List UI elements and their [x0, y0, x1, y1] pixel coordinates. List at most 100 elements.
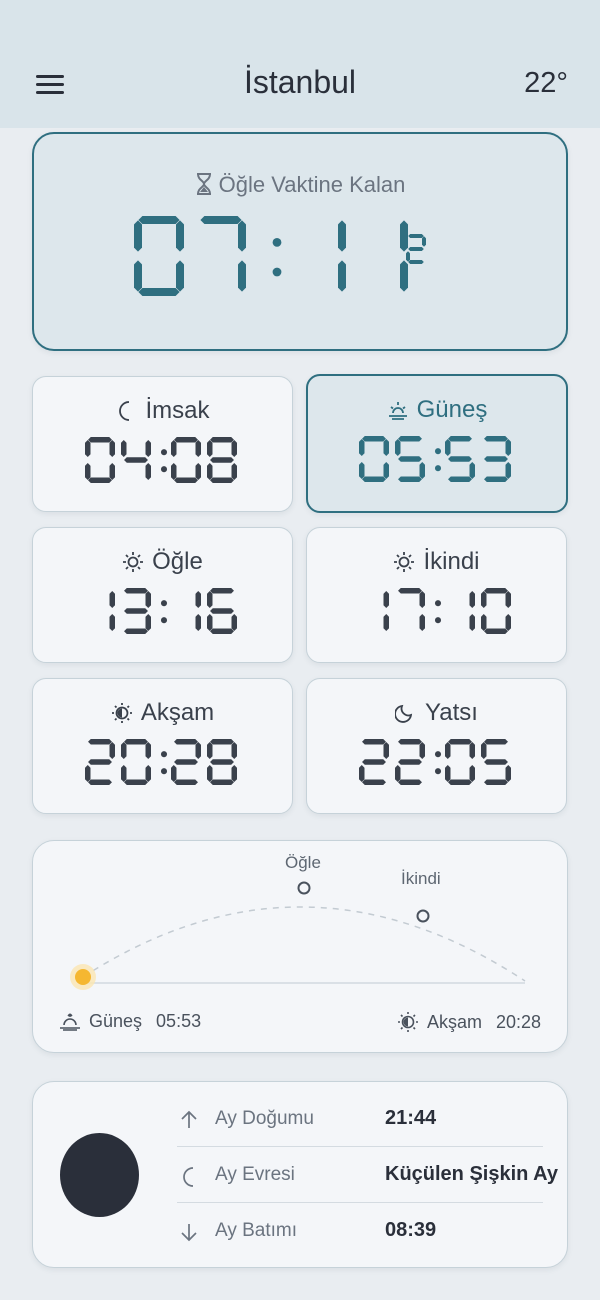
prayer-card[interactable]: Yatsı [306, 678, 567, 814]
digit-8 [206, 437, 237, 483]
digit-0 [170, 437, 201, 483]
prayer-name: Akşam [140, 699, 215, 726]
digit-1 [383, 591, 389, 631]
sunrise-icon [60, 1012, 80, 1031]
hourglass-icon [196, 173, 211, 195]
digit-1 [338, 220, 346, 292]
colon-dot [160, 466, 167, 473]
moonset-label: Ay Batımı [215, 1220, 298, 1241]
colon-dot [160, 751, 167, 758]
sunset-icon [397, 1012, 418, 1032]
colon-dot [272, 267, 282, 277]
colon-dot [434, 617, 441, 624]
crescent-moon-icon [119, 401, 130, 421]
digit-1 [195, 591, 201, 631]
moonset-row: Ay Batımı 08:39 [177, 1204, 543, 1259]
prayer-time [84, 739, 237, 785]
digit-5 [395, 436, 425, 482]
arc-path [82, 906, 526, 982]
colon-dot [160, 768, 167, 775]
arrow-up-icon [181, 1110, 197, 1128]
prayer-time [84, 437, 237, 483]
moonrise-time: 21:44 [385, 1107, 437, 1129]
digit-0 [359, 436, 389, 482]
moonrise-label: Ay Doğumu [215, 1108, 314, 1129]
digit-0 [134, 216, 184, 296]
prayer-name: İkindi [423, 548, 480, 575]
digit-5 [445, 436, 475, 482]
prayer-card[interactable]: Güneş [306, 374, 568, 513]
app-header: İstanbul 22° [0, 0, 600, 128]
moon-phase-row: Ay Evresi Küçülen Şişkin Ay [177, 1148, 558, 1203]
sunset-label: Akşam [426, 1011, 482, 1032]
digit-2 [170, 739, 201, 785]
digit-0 [120, 739, 151, 785]
afternoon-marker [416, 909, 430, 923]
moon-phase-value: Küçülen Şişkin Ay [385, 1163, 559, 1185]
noon-label: Öğle [285, 853, 321, 872]
colon-dot [434, 600, 441, 607]
moon-phase-icon [60, 1133, 139, 1217]
crescent-icon [183, 1167, 194, 1187]
colon-dot [160, 600, 167, 607]
digit-7 [397, 588, 425, 631]
sun-path-card: Öğle İkindi Güneş 05:53 Akşam 20:28 [32, 840, 568, 1053]
prayer-time [109, 588, 237, 634]
digit-8 [206, 739, 237, 785]
moon-icon [395, 704, 413, 723]
prayer-name: İmsak [145, 397, 210, 424]
colon-dot [434, 465, 442, 472]
sunset-time: 20:28 [495, 1011, 541, 1032]
sun-icon [394, 552, 415, 572]
prayer-name: Güneş [416, 396, 488, 423]
countdown-label: Öğle Vaktine Kalan [218, 172, 406, 197]
sun-icon [123, 552, 144, 572]
digit-7 [200, 216, 246, 292]
digit-2 [358, 739, 389, 785]
prayer-name: Yatsı [425, 699, 478, 726]
digit-0 [84, 437, 115, 483]
colon-dot [434, 751, 441, 758]
temperature: 22° [524, 67, 568, 99]
countdown-card: Öğle Vaktine Kalan [32, 132, 568, 351]
prayer-card[interactable]: İmsak [32, 376, 293, 512]
city-title[interactable]: İstanbul [0, 64, 600, 101]
prayer-card[interactable]: Öğle [32, 527, 293, 663]
digit-0 [444, 739, 475, 785]
digit-1 [469, 591, 475, 631]
prayer-time [359, 436, 511, 482]
sunset-icon [111, 703, 132, 723]
digit-2 [406, 234, 426, 264]
prayer-card[interactable]: İkindi [306, 527, 567, 663]
moon-phase-label: Ay Evresi [215, 1164, 295, 1185]
digit-0 [480, 588, 511, 634]
colon-dot [160, 449, 167, 456]
colon-dot [160, 617, 167, 624]
countdown-timer [134, 216, 426, 296]
digit-3 [123, 588, 151, 634]
sunset-summary: Akşam 20:28 [397, 1011, 541, 1033]
arrow-down-icon [181, 1224, 197, 1242]
digit-5 [480, 739, 511, 785]
sunrise-time: 05:53 [156, 1011, 202, 1031]
colon-dot [434, 768, 441, 775]
afternoon-label: İkindi [401, 869, 441, 888]
digit-4 [120, 440, 151, 480]
prayer-time [383, 588, 511, 634]
colon-dot [434, 448, 442, 455]
sunrise-summary: Güneş 05:53 [59, 1011, 201, 1032]
digit-2 [394, 739, 425, 785]
digit-6 [206, 588, 237, 634]
prayer-name: Öğle [152, 548, 203, 575]
sun-marker-icon [75, 969, 91, 985]
colon-dot [272, 238, 282, 247]
moonset-time: 08:39 [385, 1219, 437, 1241]
digit-2 [84, 739, 115, 785]
prayer-card[interactable]: Akşam [32, 678, 293, 814]
sunrise-icon [388, 402, 407, 420]
digit-3 [484, 436, 511, 482]
prayer-time [358, 739, 511, 785]
moon-info-card: Ay Doğumu 21:44 Ay Evresi Küçülen Şişkin… [32, 1081, 568, 1268]
moonrise-row: Ay Doğumu 21:44 [177, 1092, 543, 1147]
digit-1 [109, 591, 115, 631]
